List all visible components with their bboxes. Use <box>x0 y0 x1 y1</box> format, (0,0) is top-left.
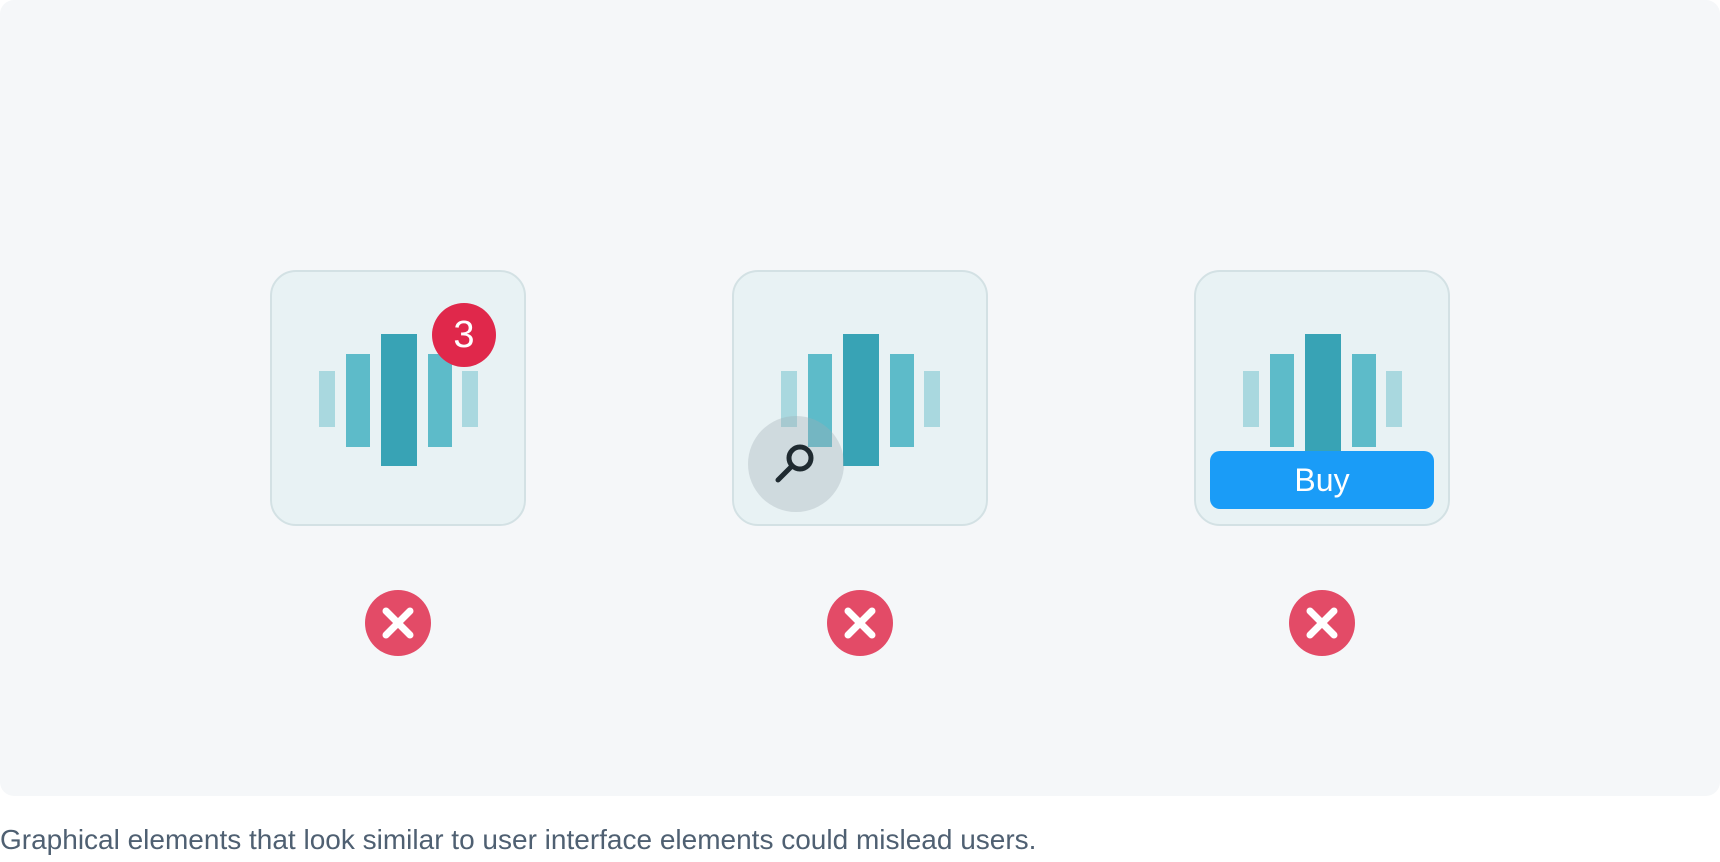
bar <box>1305 334 1341 466</box>
example-search <box>732 270 988 656</box>
illustration-panel: 3 Buy <box>0 0 1720 796</box>
bar <box>462 371 478 427</box>
bar <box>319 371 335 427</box>
close-icon <box>1289 590 1355 656</box>
app-tile: Buy <box>1194 270 1450 526</box>
caption: Graphical elements that look similar to … <box>0 824 1037 855</box>
bar <box>1386 371 1402 427</box>
example-badge: 3 <box>270 270 526 656</box>
notification-badge: 3 <box>432 303 496 367</box>
bar <box>346 354 370 447</box>
bar <box>1352 354 1376 447</box>
bar <box>924 371 940 427</box>
search-icon <box>775 444 814 483</box>
buy-button[interactable]: Buy <box>1210 451 1434 509</box>
app-tile <box>732 270 988 526</box>
search-overlay <box>748 416 844 512</box>
bar <box>1270 354 1294 447</box>
close-icon <box>365 590 431 656</box>
example-buy: Buy <box>1194 270 1450 656</box>
bar <box>428 354 452 447</box>
bar <box>843 334 879 466</box>
app-tile: 3 <box>270 270 526 526</box>
bar <box>890 354 914 447</box>
bar <box>381 334 417 466</box>
bar <box>1243 371 1259 427</box>
close-icon <box>827 590 893 656</box>
